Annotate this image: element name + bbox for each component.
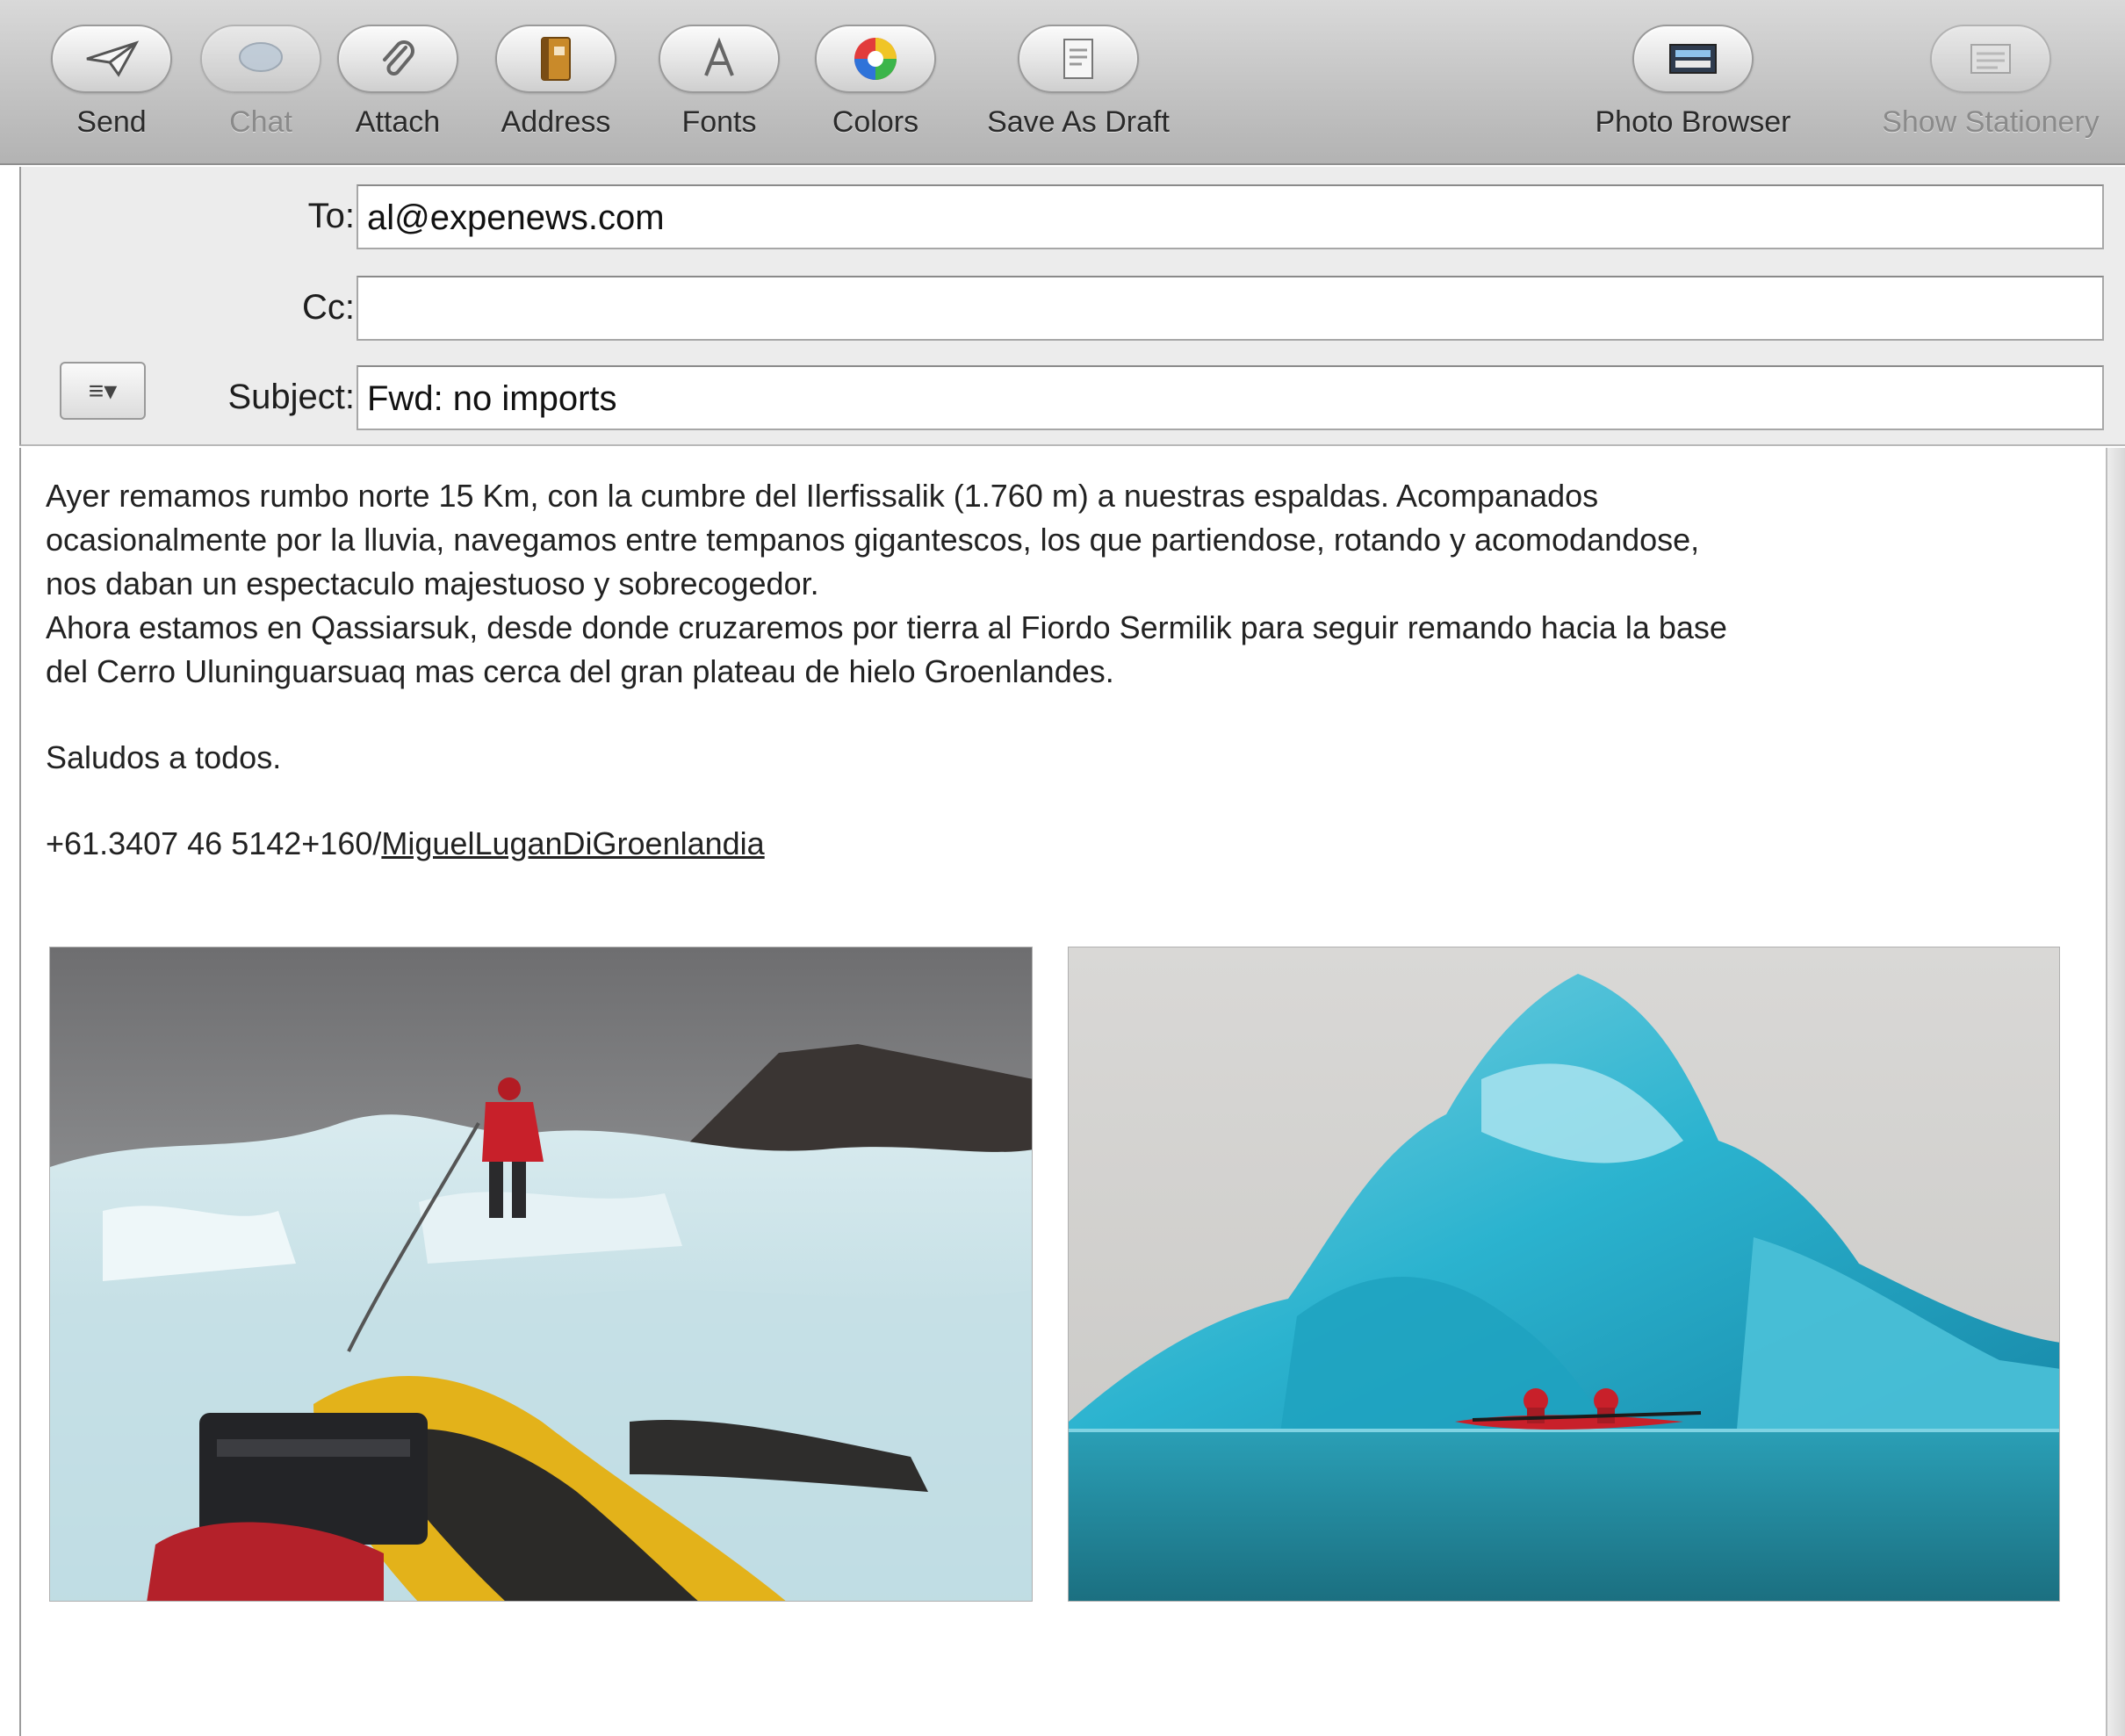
colors-button[interactable]: Colors [801,25,950,156]
address-button[interactable]: Address [481,25,630,156]
cc-field[interactable] [357,276,2104,341]
chat-bubble-icon [239,42,283,72]
greeting-line: Saludos a todos. [46,739,282,775]
photo-iceberg[interactable] [1068,947,2060,1602]
photo-kayak-ice[interactable] [49,947,1033,1602]
format-menu-button[interactable]: ≡▾ [60,362,146,420]
color-wheel-icon [854,38,897,80]
photo-browser-label: Photo Browser [1595,105,1791,139]
photo-browser-button[interactable]: Photo Browser [1588,25,1798,156]
to-label: To: [307,197,355,235]
stationery-icon [1970,44,2011,74]
attach-label: Attach [355,105,441,139]
subject-field[interactable]: Fwd: no imports [357,365,2104,430]
message-text: Ayer remamos rumbo norte 15 Km, con la c… [46,474,2065,866]
save-as-draft-label: Save As Draft [987,105,1170,139]
chat-button[interactable]: Chat [186,25,335,156]
photo-browser-icon [1669,44,1717,74]
address-label: Address [501,105,611,139]
font-letter-icon [704,37,734,76]
signature-link[interactable]: MiguelLuganDiGroenlandia [381,825,764,861]
send-button[interactable]: Send [37,25,186,156]
chat-label: Chat [229,105,292,139]
toolbar: Send Chat Attach Address Fonts Colors Sa… [0,0,2125,165]
fonts-button[interactable]: Fonts [645,25,794,156]
paper-plane-icon [86,40,140,77]
compose-window: Send Chat Attach Address Fonts Colors Sa… [0,0,2125,1736]
draft-document-icon [1063,39,1093,79]
body-line: del Cerro Uluninguarsuaq mas cerca del g… [46,653,1114,689]
signature-text: +61.3407 46 5142+160/ [46,825,382,861]
body-line: ocasionalmente por la lluvia, navegamos … [46,522,1700,558]
message-headers: To: al@expenews.com Cc: ≡▾ Subject: Fwd:… [19,167,2125,446]
body-line: nos daban un espectaculo majestuoso y so… [46,565,819,601]
body-line: Ahora estamos en Qassiarsuk, desde donde… [46,609,1727,645]
address-book-icon [541,37,571,81]
cc-label: Cc: [302,288,355,327]
show-stationery-label: Show Stationery [1882,105,2100,139]
send-label: Send [76,105,147,139]
show-stationery-button[interactable]: Show Stationery [1856,25,2125,156]
attach-button[interactable]: Attach [323,25,472,156]
subject-label: Subject: [227,378,355,416]
iceberg-image [1069,947,2059,1601]
paperclip-icon [383,40,414,76]
signature-line: +61.3407 46 5142+160/MiguelLuganDiGroenl… [46,822,2065,866]
fonts-label: Fonts [681,105,757,139]
to-field[interactable]: al@expenews.com [357,184,2104,249]
scrollbar[interactable] [2106,448,2125,1736]
save-as-draft-button[interactable]: Save As Draft [976,25,1180,156]
message-body[interactable]: Ayer remamos rumbo norte 15 Km, con la c… [19,448,2106,1736]
kayak-ice-image [50,947,1032,1601]
body-line: Ayer remamos rumbo norte 15 Km, con la c… [46,478,1599,514]
colors-label: Colors [832,105,919,139]
